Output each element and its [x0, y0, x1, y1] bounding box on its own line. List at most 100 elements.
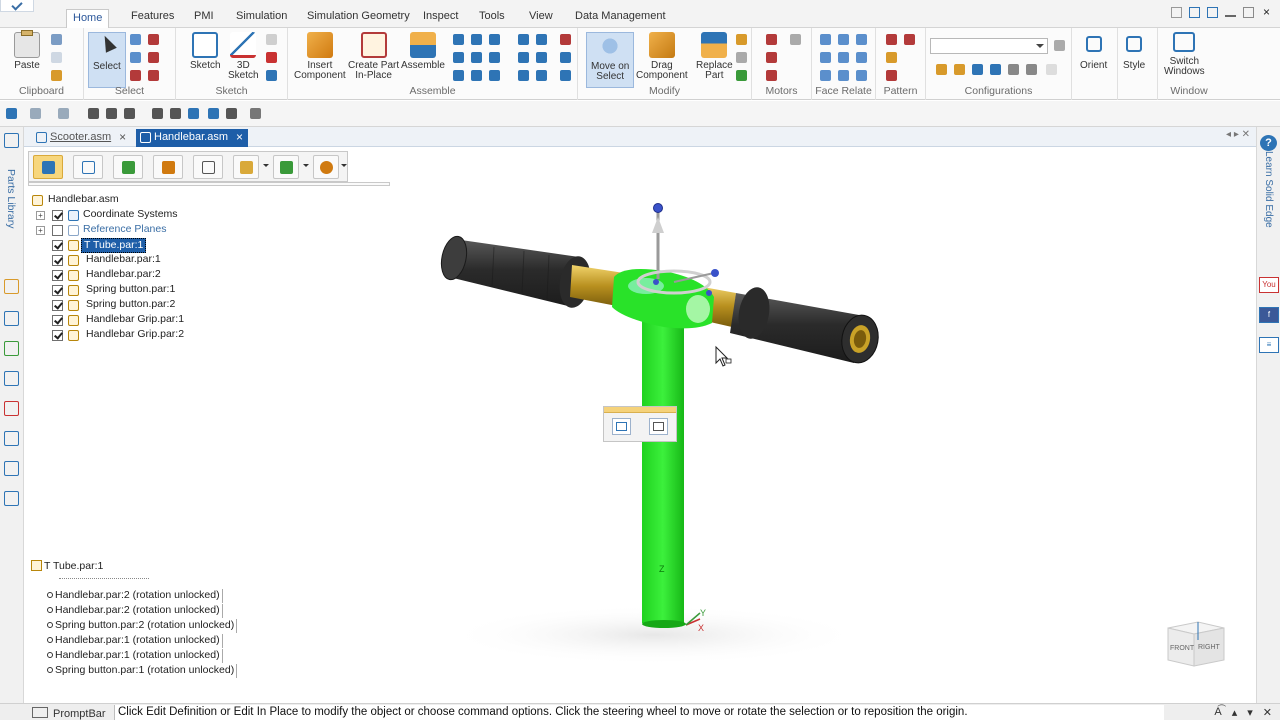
- relate-icon-9[interactable]: [489, 70, 500, 81]
- qat-customize-icon[interactable]: [250, 108, 261, 119]
- config-icon-1[interactable]: [936, 64, 947, 75]
- left-handlebar-grip[interactable]: [438, 234, 595, 310]
- pathfinder-icon[interactable]: [4, 279, 19, 294]
- relate-icon-1[interactable]: [453, 34, 464, 45]
- prompt-bar-label[interactable]: PromptBar: [32, 707, 106, 720]
- pattern-icon-1[interactable]: [886, 34, 897, 45]
- tab-data-management[interactable]: Data Management: [569, 9, 672, 28]
- relationship-owner[interactable]: T Tube.par:1: [31, 560, 103, 572]
- face-relate-icon-1[interactable]: [820, 34, 831, 45]
- prompt-collapse-icon[interactable]: ▾: [1247, 706, 1253, 719]
- restore-icon[interactable]: [1243, 7, 1254, 18]
- config-icon-5[interactable]: [1008, 64, 1019, 75]
- layout-icon[interactable]: [1207, 7, 1218, 18]
- pattern-icon-4[interactable]: [886, 70, 897, 81]
- qat-tool-icon-7[interactable]: [208, 108, 219, 119]
- drag-component-button[interactable]: Drag Component: [636, 32, 688, 81]
- face-relate-icon-3[interactable]: [856, 34, 867, 45]
- close-icon[interactable]: ×: [1261, 6, 1272, 18]
- move-on-select-button[interactable]: Move on Select: [586, 32, 635, 88]
- select-tool-icon-3[interactable]: [130, 52, 141, 63]
- sketch-button[interactable]: Sketch: [190, 32, 221, 71]
- motor-tool-icon[interactable]: [790, 34, 801, 45]
- tab-pmi[interactable]: PMI: [188, 9, 220, 28]
- tab-home[interactable]: Home: [66, 9, 110, 29]
- doc-tab-scooter[interactable]: Scooter.asm ×: [32, 129, 131, 147]
- config-icon-2[interactable]: [954, 64, 965, 75]
- config-settings-icon[interactable]: [1054, 40, 1065, 51]
- config-icon-4[interactable]: [990, 64, 1001, 75]
- quickbar-drag-handle[interactable]: [604, 407, 676, 413]
- learn-solid-edge-tab[interactable]: Learn Solid Edge: [1263, 151, 1274, 228]
- t-tube-selected[interactable]: Z: [612, 269, 714, 628]
- relate-icon-11[interactable]: [536, 34, 547, 45]
- face-relate-icon-8[interactable]: [838, 70, 849, 81]
- relate-icon-10[interactable]: [518, 34, 529, 45]
- relationship-item[interactable]: Handlebar.par:1 (rotation unlocked): [47, 634, 223, 648]
- edit-in-place-button[interactable]: [649, 418, 668, 435]
- tab-simulation[interactable]: Simulation: [230, 9, 293, 28]
- relate-icon-5[interactable]: [471, 52, 482, 63]
- face-relate-icon-5[interactable]: [838, 52, 849, 63]
- help-icon[interactable]: ?: [1260, 135, 1277, 151]
- modify-tool-icon-1[interactable]: [736, 34, 747, 45]
- feature-library-icon[interactable]: [4, 401, 19, 416]
- relate-icon-17[interactable]: [560, 52, 571, 63]
- select-tool-icon-4[interactable]: [148, 52, 159, 63]
- sketch-tool-icon-2[interactable]: [266, 52, 277, 63]
- 3d-sketch-button[interactable]: 3D Sketch: [228, 32, 259, 81]
- face-relate-icon-7[interactable]: [820, 70, 831, 81]
- select-tool-icon-6[interactable]: [148, 70, 159, 81]
- configuration-dropdown[interactable]: [930, 38, 1048, 54]
- assemble-button[interactable]: Assemble: [401, 32, 445, 71]
- edit-definition-button[interactable]: [612, 418, 631, 435]
- tab-scroll-controls[interactable]: ◂ ▸ ✕: [1226, 129, 1250, 140]
- select-button[interactable]: Select: [88, 32, 126, 88]
- motor-icon[interactable]: [766, 34, 777, 45]
- parts-library-icon[interactable]: [4, 133, 19, 148]
- options-icon[interactable]: [1189, 7, 1200, 18]
- simulate-motor-icon[interactable]: [766, 52, 777, 63]
- replace-part-button[interactable]: Replace Part: [696, 32, 733, 81]
- application-menu-button[interactable]: [0, 0, 34, 12]
- pattern-icon-3[interactable]: [886, 52, 897, 63]
- qat-tool-icon-5[interactable]: [170, 108, 181, 119]
- relate-icon-3[interactable]: [489, 34, 500, 45]
- tab-tools[interactable]: Tools: [473, 9, 511, 28]
- relate-icon-12[interactable]: [518, 52, 529, 63]
- config-icon-6[interactable]: [1026, 64, 1037, 75]
- parts-library-tab[interactable]: Parts Library: [5, 169, 17, 229]
- qat-tool-icon-2[interactable]: [106, 108, 117, 119]
- view-cube[interactable]: FRONT RIGHT: [1164, 618, 1228, 670]
- select-tool-icon-1[interactable]: [130, 34, 141, 45]
- right-handlebar-grip[interactable]: [730, 285, 882, 366]
- relate-icon-8[interactable]: [471, 70, 482, 81]
- relate-icon-16[interactable]: [560, 34, 571, 45]
- youtube-icon[interactable]: You: [1259, 277, 1279, 293]
- modify-tool-icon-3[interactable]: [736, 70, 747, 81]
- relate-icon-14[interactable]: [518, 70, 529, 81]
- undo-icon[interactable]: [30, 108, 41, 119]
- config-icon-3[interactable]: [972, 64, 983, 75]
- tab-simulation-geometry[interactable]: Simulation Geometry: [301, 9, 416, 28]
- tab-view[interactable]: View: [523, 9, 559, 28]
- relate-icon-15[interactable]: [536, 70, 547, 81]
- redo-icon[interactable]: [58, 108, 69, 119]
- relationship-item[interactable]: Spring button.par:2 (rotation unlocked): [47, 619, 238, 633]
- select-tool-icon-2[interactable]: [148, 34, 159, 45]
- copy-icon[interactable]: [51, 52, 62, 63]
- pattern-icon-2[interactable]: [904, 34, 915, 45]
- groups-icon[interactable]: [4, 461, 19, 476]
- format-painter-icon[interactable]: [51, 70, 62, 81]
- insert-component-button[interactable]: Insert Component: [294, 32, 346, 81]
- relate-icon-4[interactable]: [453, 52, 464, 63]
- save-icon[interactable]: [6, 108, 17, 119]
- relate-icon-6[interactable]: [489, 52, 500, 63]
- family-table-icon[interactable]: [4, 431, 19, 446]
- qat-tool-icon-6[interactable]: [188, 108, 199, 119]
- style-button[interactable]: Style: [1123, 32, 1145, 71]
- tab-features[interactable]: Features: [125, 9, 180, 28]
- cut-icon[interactable]: [51, 34, 62, 45]
- font-size-icon[interactable]: A͡: [1214, 706, 1221, 719]
- orient-button[interactable]: Orient: [1080, 32, 1107, 71]
